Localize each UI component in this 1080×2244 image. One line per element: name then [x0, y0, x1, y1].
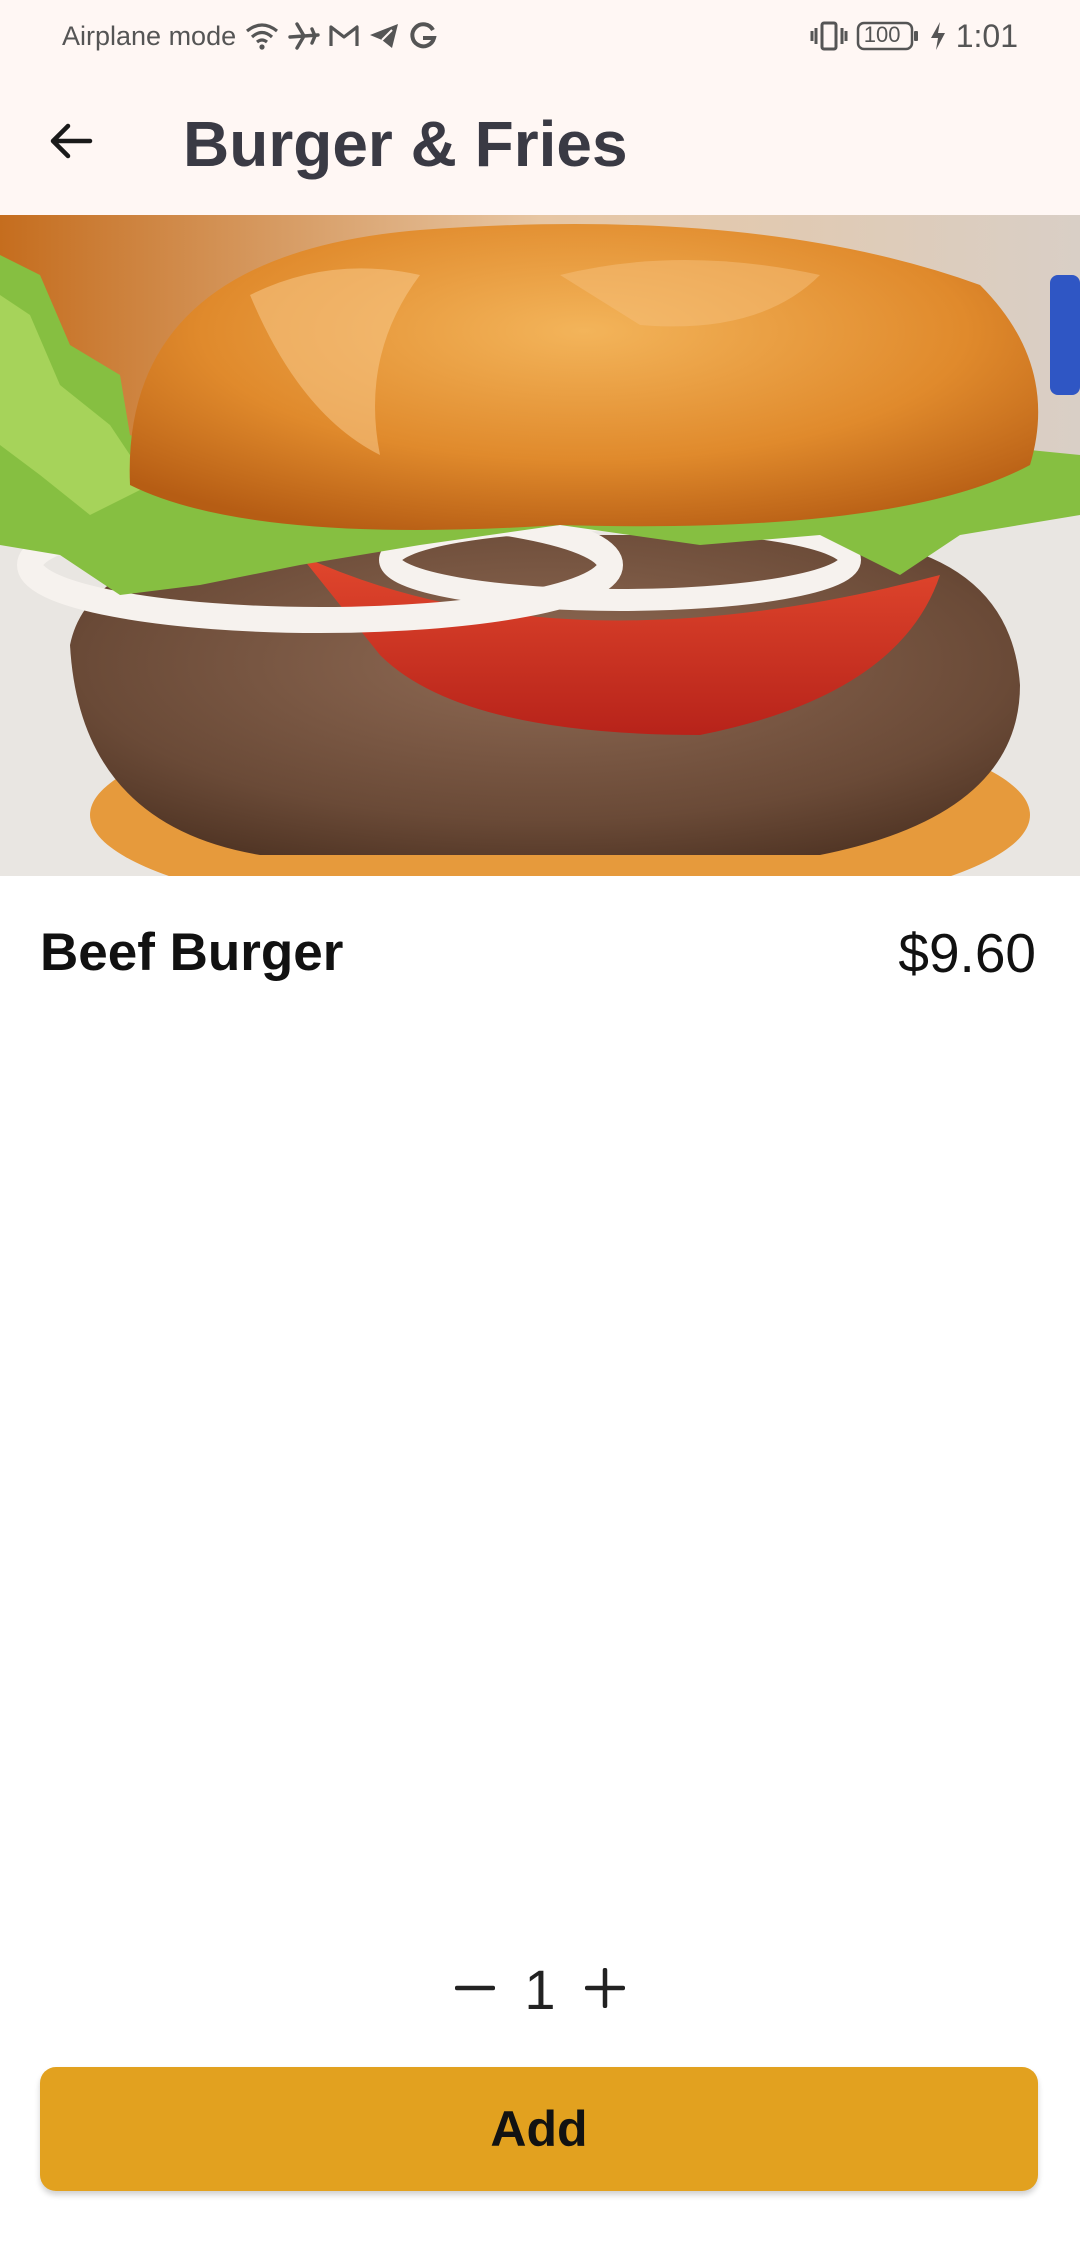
quantity-stepper: 1: [440, 1950, 640, 2030]
page-title: Burger & Fries: [183, 108, 628, 180]
status-left: Airplane mode: [62, 21, 438, 52]
item-price: $9.60: [898, 922, 1036, 984]
airplane-icon: [288, 21, 320, 51]
back-button[interactable]: [30, 107, 112, 179]
battery-level: 100: [863, 22, 901, 47]
decrement-button[interactable]: [440, 1950, 510, 2030]
status-right: 100 1:01: [810, 18, 1018, 55]
battery-icon: 100: [856, 20, 920, 52]
google-icon: [408, 21, 438, 51]
wifi-icon: [244, 21, 280, 51]
increment-button[interactable]: [570, 1950, 640, 2030]
vibrate-icon: [810, 20, 848, 52]
item-image: [0, 215, 1080, 876]
app-bar: Burger & Fries: [0, 72, 1080, 215]
status-bar: Airplane mode 100 1:01: [0, 0, 1080, 72]
airplane-mode-label: Airplane mode: [62, 20, 237, 51]
plus-icon: [584, 1967, 626, 2013]
telegram-icon: [368, 22, 400, 50]
status-time: 1:01: [955, 17, 1018, 54]
minus-icon: [454, 1968, 496, 2013]
quantity-value: 1: [524, 1958, 556, 2021]
add-button[interactable]: Add: [40, 2067, 1038, 2191]
gmail-icon: [328, 23, 360, 49]
charging-icon: [928, 20, 948, 52]
item-name: Beef Burger: [40, 923, 344, 982]
arrow-left-icon: [48, 121, 94, 166]
